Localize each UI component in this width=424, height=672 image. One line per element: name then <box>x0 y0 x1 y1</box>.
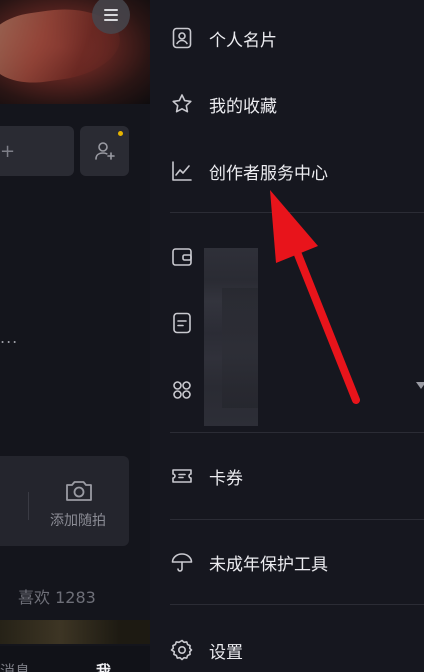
likes-tab[interactable]: 喜欢 1283 <box>18 584 96 608</box>
menu-icon <box>104 9 118 21</box>
plus-icon: + <box>0 141 16 162</box>
star-icon <box>170 92 194 116</box>
add-friend-button[interactable] <box>80 126 129 176</box>
wallet-icon[interactable] <box>170 245 194 269</box>
add-user-icon <box>94 142 115 160</box>
camera-icon <box>66 481 92 501</box>
menu-item-label: 创作者服务中心 <box>209 163 328 184</box>
ticket-icon <box>170 464 194 488</box>
id-card-icon <box>170 26 194 50</box>
umbrella-icon <box>170 550 194 574</box>
menu-item-label: 设置 <box>209 642 243 663</box>
grid-apps-icon[interactable] <box>170 378 194 402</box>
menu-item-minor-protection[interactable]: 未成年保护工具 <box>150 536 424 588</box>
add-photo-label[interactable]: 添加随拍 <box>50 510 106 530</box>
notification-dot <box>118 131 123 136</box>
nav-messages[interactable]: 消息 <box>0 660 30 672</box>
divider <box>170 212 424 213</box>
menu-item-coupons[interactable]: 卡券 <box>150 450 424 502</box>
menu-item-label: 个人名片 <box>209 30 277 51</box>
chevron-down-icon[interactable] <box>416 382 424 389</box>
side-drawer: 个人名片 我的收藏 创作者服务中心 卡券 未成年保护工具 设置 <box>150 0 424 672</box>
menu-item-creator-center[interactable]: 创作者服务中心 <box>150 145 424 197</box>
video-thumbnail[interactable] <box>0 620 150 644</box>
profile-page-background: + ... 添加随拍 喜欢 1283 消息 我 <box>0 0 150 672</box>
nav-me[interactable]: 我 <box>96 660 111 672</box>
menu-item-business-card[interactable]: 个人名片 <box>150 12 424 64</box>
line-chart-icon <box>170 159 194 183</box>
obscured-content <box>204 248 258 426</box>
more-ellipsis: ... <box>0 328 19 347</box>
menu-item-settings[interactable]: 设置 <box>150 624 424 672</box>
edit-profile-button[interactable]: + <box>0 126 74 176</box>
divider <box>170 432 424 433</box>
document-icon[interactable] <box>170 311 194 335</box>
divider <box>28 492 29 520</box>
menu-item-label: 卡券 <box>209 468 243 489</box>
divider <box>170 604 424 605</box>
menu-item-label: 未成年保护工具 <box>209 554 328 575</box>
menu-item-label: 我的收藏 <box>209 96 277 117</box>
divider <box>170 519 424 520</box>
gear-icon <box>170 638 194 662</box>
menu-item-favorites[interactable]: 我的收藏 <box>150 78 424 130</box>
